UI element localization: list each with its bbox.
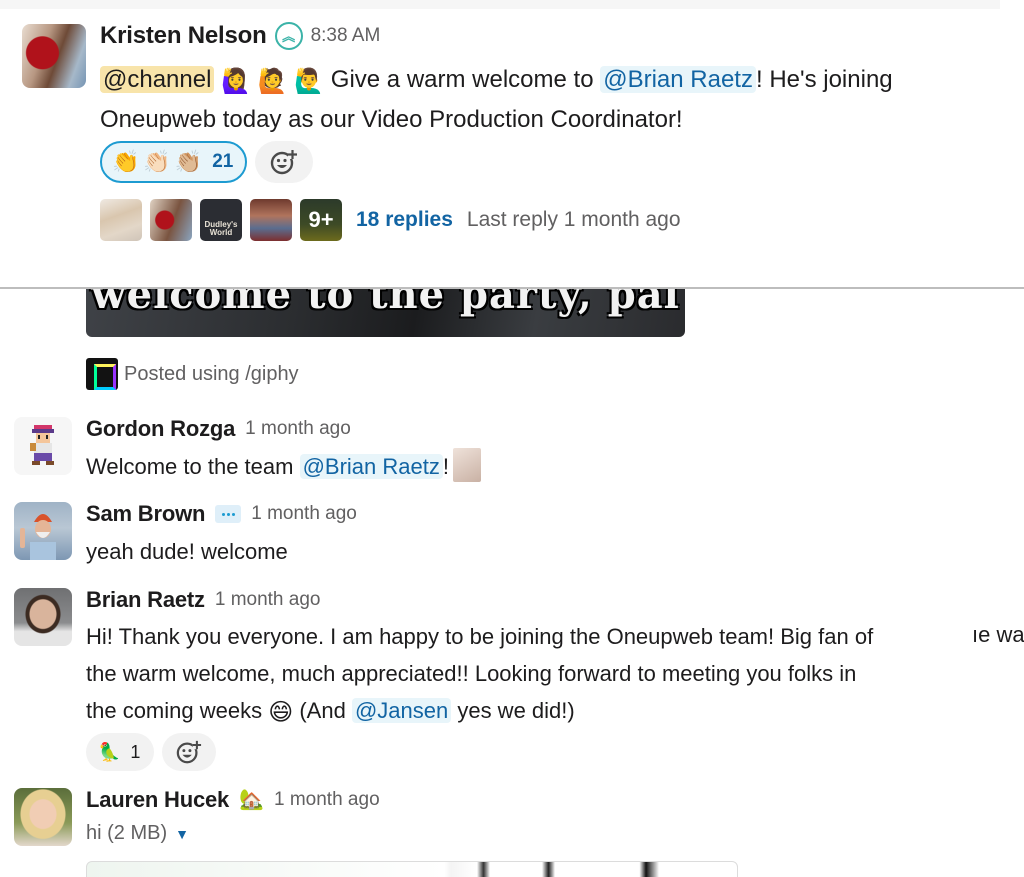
participant-avatar — [150, 199, 192, 241]
author-name[interactable]: Lauren Hucek — [86, 787, 229, 813]
avatar-brian-raetz[interactable] — [14, 588, 72, 646]
party-parrot-icon: 🦜 — [98, 742, 121, 762]
add-reaction-button[interactable] — [255, 141, 314, 183]
message-text-part: (And — [293, 698, 352, 723]
reaction-count: 1 — [130, 741, 141, 762]
participant-avatar: Dudley's World — [200, 199, 242, 241]
message-header: Lauren Hucek 🏡 1 month ago — [86, 787, 380, 813]
clap-medium-light-icon: 👏🏼 — [174, 149, 203, 174]
participant-avatar — [250, 199, 292, 241]
raising-hand-woman-icon: 🙋‍♀️ — [221, 68, 251, 95]
message-text: Hi! Thank you everyone. I am happy to be… — [86, 618, 966, 729]
message-text-part: Welcome to the team — [86, 454, 300, 479]
overflow-text-fragment: ıe wa — [972, 622, 1024, 647]
timestamp[interactable]: 1 month ago — [251, 503, 357, 525]
custom-emoji-icon — [452, 448, 481, 482]
speech-bubble-icon — [215, 505, 242, 523]
message-header: Brian Raetz 1 month ago — [86, 587, 320, 613]
message-header: Sam Brown 1 month ago — [86, 501, 357, 527]
raising-hand-man-icon: 🙋‍♂️ — [294, 68, 325, 95]
giphy-attribution: Posted using /giphy — [86, 358, 299, 390]
message-line: the coming weeks 😄 (And @Jansen yes we d… — [86, 692, 966, 729]
user-mention[interactable]: @Brian Raetz — [600, 66, 756, 93]
person-red-beanie-icon — [20, 514, 56, 560]
reaction-bar: 👏 👏🏻 👏🏼 21 — [100, 141, 314, 183]
message-text: yeah dude! welcome — [86, 539, 288, 564]
avatar-gordon-rozga[interactable] — [14, 417, 72, 475]
more-participants-badge: 9+ — [300, 199, 342, 241]
add-emoji-icon — [271, 150, 298, 175]
giphy-image[interactable]: welcome to the party, pal — [86, 289, 685, 337]
timestamp[interactable]: 1 month ago — [245, 418, 351, 440]
author-name[interactable]: Brian Raetz — [86, 587, 205, 613]
file-name[interactable]: hi (2 MB) — [86, 822, 167, 845]
user-mention[interactable]: @Brian Raetz — [299, 454, 443, 479]
clap-reaction-button[interactable]: 👏 👏🏻 👏🏼 21 — [100, 141, 248, 183]
gif-caption: welcome to the party, pal — [91, 289, 680, 318]
upward-chevrons-badge-icon: ︽ — [274, 22, 303, 50]
pixel-character-icon — [30, 425, 54, 465]
add-reaction-button[interactable] — [162, 733, 217, 771]
reaction-count: 21 — [212, 151, 234, 172]
message-header: Kristen Nelson ︽ 8:38 AM — [100, 22, 380, 50]
message-text-part: yes we did!) — [451, 698, 575, 723]
timestamp[interactable]: 8:38 AM — [311, 25, 381, 47]
message-line: Hi! Thank you everyone. I am happy to be… — [86, 624, 874, 649]
message-text-part: the coming weeks — [86, 698, 269, 723]
clap-icon: 👏 — [112, 149, 140, 174]
message-line: the warm welcome, much appreciated!! Loo… — [86, 661, 857, 686]
house-icon: 🏡 — [239, 789, 264, 811]
replies-link[interactable]: 18 replies — [356, 208, 453, 232]
channel-mention[interactable]: @channel — [100, 66, 215, 93]
author-name[interactable]: Kristen Nelson — [100, 22, 267, 50]
avatar-kristen-nelson[interactable] — [22, 24, 86, 88]
participant-avatar — [100, 199, 142, 241]
grinning-face-icon: 😄 — [268, 699, 294, 726]
file-attachment-label: hi (2 MB) ▼ — [86, 822, 189, 845]
giphy-attribution-text: Posted using /giphy — [124, 362, 299, 385]
caret-down-icon[interactable]: ▼ — [175, 826, 189, 842]
top-scroll-edge — [0, 0, 1000, 9]
user-mention[interactable]: @Jansen — [351, 698, 452, 723]
raising-hand-icon: 🙋 — [257, 68, 288, 95]
file-preview-image[interactable] — [86, 861, 738, 877]
thread-summary[interactable]: Dudley's World 9+ 18 replies Last reply … — [100, 199, 681, 241]
last-reply-text: Last reply 1 month ago — [466, 208, 681, 231]
avatar-lauren-hucek[interactable] — [14, 788, 72, 846]
message-text-part: ! — [442, 454, 449, 479]
message-header: Gordon Rozga 1 month ago — [86, 416, 351, 442]
reaction-bar: 🦜 1 — [86, 733, 217, 771]
timestamp[interactable]: 1 month ago — [274, 789, 380, 811]
avatar-sam-brown[interactable] — [14, 502, 72, 560]
author-name[interactable]: Gordon Rozga — [86, 416, 235, 442]
giphy-logo-icon — [86, 358, 118, 390]
add-emoji-icon — [177, 740, 202, 764]
message-text: Welcome to the team @Brian Raetz! — [86, 448, 481, 485]
message-text-part: Give a warm welcome to — [324, 66, 601, 93]
author-name[interactable]: Sam Brown — [86, 501, 205, 527]
timestamp[interactable]: 1 month ago — [215, 589, 321, 611]
clap-light-icon: 👏🏻 — [143, 149, 171, 174]
party-parrot-reaction-button[interactable]: 🦜 1 — [86, 733, 155, 771]
message-text: @channel 🙋‍♀️ 🙋 🙋‍♂️ Give a warm welcome… — [100, 60, 1000, 140]
